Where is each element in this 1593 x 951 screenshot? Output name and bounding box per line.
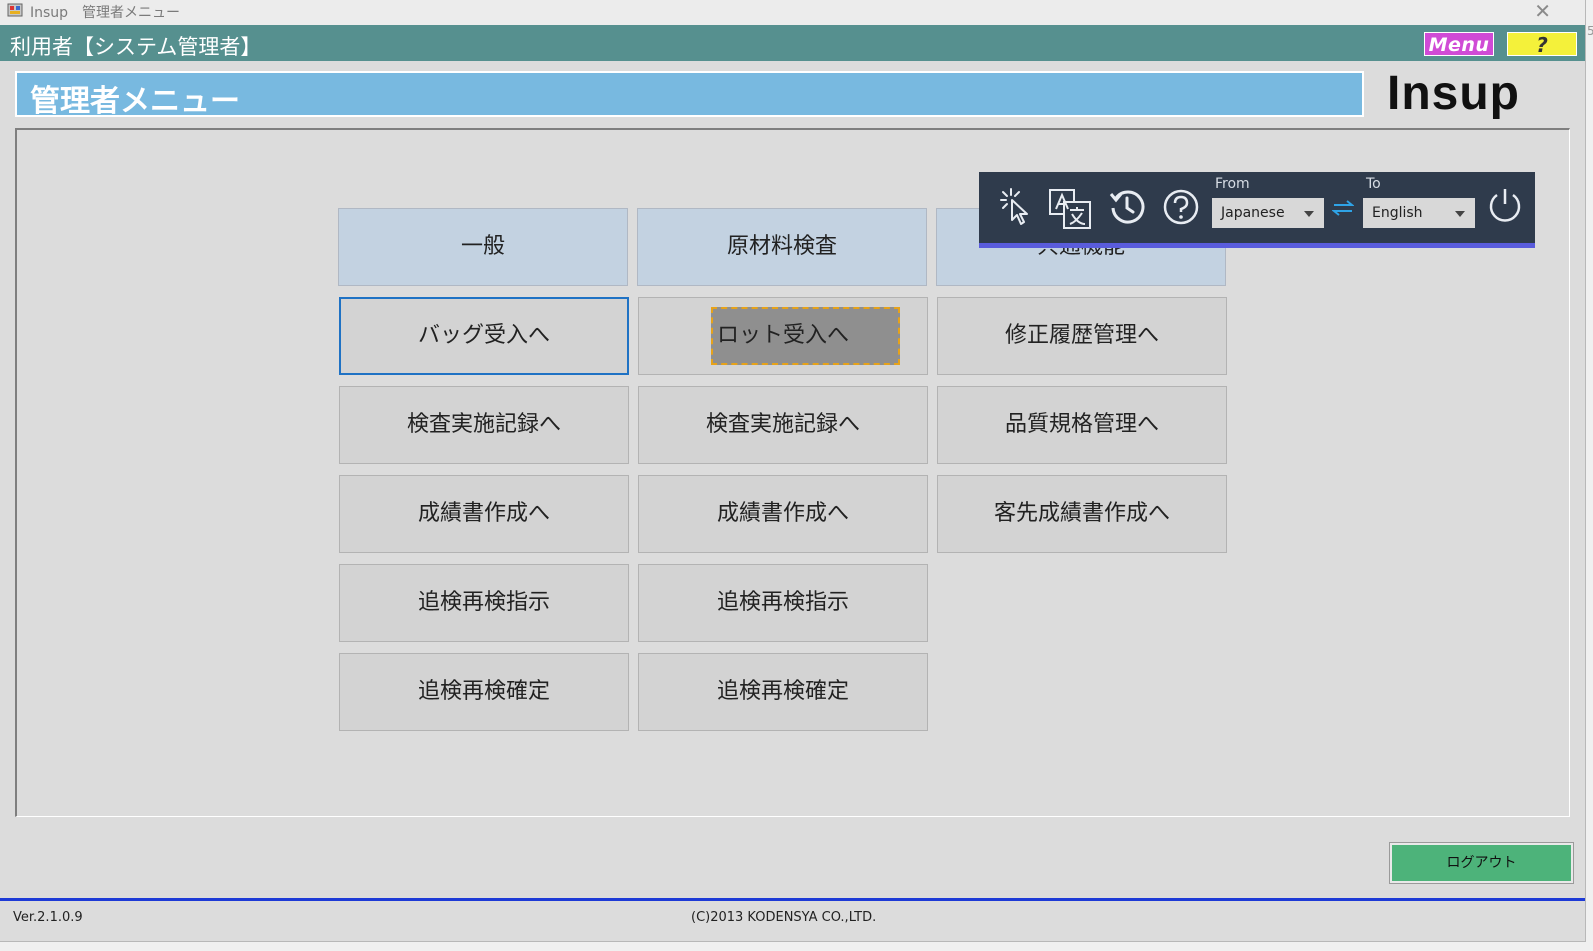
user-bar: 利用者【システム管理者】 Menu ?: [0, 25, 1585, 61]
app-window: Insup 管理者メニュー ✕ 5 利用者【システム管理者】 Menu ? 管理…: [0, 0, 1593, 942]
app-icon: [7, 3, 23, 17]
to-language-select[interactable]: English: [1363, 198, 1475, 228]
menu-button[interactable]: Menu: [1424, 32, 1494, 56]
insup-logo: Insup: [1387, 67, 1520, 120]
report-creation-button-raw[interactable]: 成績書作成へ: [638, 475, 928, 553]
bag-receiving-button[interactable]: バッグ受入へ: [339, 297, 629, 375]
lot-receiving-label: ロット受入へ: [716, 323, 849, 348]
page-title: 管理者メニュー: [30, 84, 240, 119]
customer-report-button[interactable]: 客先成績書作成へ: [937, 475, 1227, 553]
report-creation-button-general[interactable]: 成績書作成へ: [339, 475, 629, 553]
reinspection-confirm-button-general[interactable]: 追検再検確定: [339, 653, 629, 731]
help-icon[interactable]: [1162, 188, 1200, 226]
footer-divider: [0, 898, 1585, 901]
help-button[interactable]: ?: [1507, 32, 1577, 57]
to-language-value: English: [1372, 205, 1423, 221]
cursor-sparkle-icon[interactable]: [997, 187, 1033, 227]
revision-history-button[interactable]: 修正履歴管理へ: [937, 297, 1227, 375]
category-raw-material-inspection: 原材料検査: [637, 208, 927, 286]
reinspection-confirm-button-raw[interactable]: 追検再検確定: [638, 653, 928, 731]
reinspection-instruction-button-general[interactable]: 追検再検指示: [339, 564, 629, 642]
quality-spec-button[interactable]: 品質規格管理へ: [937, 386, 1227, 464]
translator-toolbar: From Japanese To English: [979, 172, 1535, 248]
current-user-label: 利用者【システム管理者】: [10, 35, 262, 59]
from-language-value: Japanese: [1221, 205, 1285, 221]
swap-icon[interactable]: [1332, 200, 1354, 216]
inspection-record-button-raw[interactable]: 検査実施記録へ: [638, 386, 928, 464]
page-header: 管理者メニュー: [15, 71, 1364, 119]
to-label: To: [1366, 176, 1381, 192]
chevron-down-icon: [1304, 211, 1314, 217]
from-label: From: [1215, 176, 1250, 192]
power-icon[interactable]: [1486, 186, 1524, 224]
translate-icon[interactable]: [1048, 188, 1094, 230]
inspection-record-button-general[interactable]: 検査実施記録へ: [339, 386, 629, 464]
chevron-down-icon: [1455, 211, 1465, 217]
history-icon[interactable]: [1108, 188, 1146, 226]
lot-receiving-button[interactable]: ロット受入へ: [638, 297, 928, 375]
category-general: 一般: [338, 208, 628, 286]
window-title: Insup 管理者メニュー: [30, 5, 181, 21]
copyright-label: (C)2013 KODENSYA CO.,LTD.: [691, 910, 877, 925]
reinspection-instruction-button-raw[interactable]: 追検再検指示: [638, 564, 928, 642]
edge-char: 5: [1587, 24, 1593, 38]
title-bar: Insup 管理者メニュー ✕: [0, 0, 1585, 25]
logout-button[interactable]: ログアウト: [1389, 842, 1574, 884]
version-label: Ver.2.1.0.9: [13, 910, 83, 925]
from-language-select[interactable]: Japanese: [1212, 198, 1324, 228]
close-icon[interactable]: ✕: [1534, 0, 1551, 22]
